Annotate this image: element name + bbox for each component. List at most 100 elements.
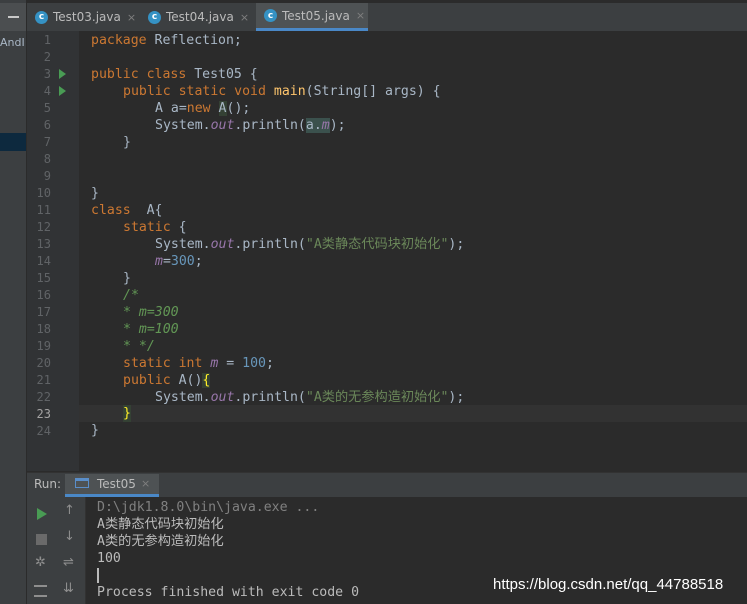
code-text: { [170,220,187,235]
line-number: 24 [36,424,51,438]
code-line: } [123,271,131,286]
line-number: 7 [43,135,51,149]
up-arrow-icon[interactable]: ↑ [64,503,75,518]
run-label: Run: [34,477,62,491]
code-text: System. [155,390,211,405]
line-number: 4 [43,84,51,98]
comment-line: /* [123,288,139,303]
line-number-gutter[interactable]: 1 2 3 4 5 6 7 8 9 10 11 12 13 14 15 16 1… [27,31,79,471]
java-class-icon: c [148,10,161,24]
line-number: 11 [36,203,51,217]
watermark: https://blog.csdn.net/qq_44788518 [493,576,724,593]
soft-wrap-icon[interactable]: ⇌ [63,555,74,570]
code-text: .println( [234,237,306,252]
code-text: a. [305,118,322,133]
keyword: static [123,220,171,235]
down-arrow-icon[interactable]: ↓ [64,529,75,544]
code-text: = [162,254,171,269]
line-number: 18 [36,322,51,336]
line-number: 16 [36,288,51,302]
java-class-icon: c [35,10,48,24]
console-icon [75,478,89,488]
keyword: public [123,373,171,388]
editor-tab-bar: c Test03.java × c Test04.java × c Test05… [27,3,747,32]
line-number: 17 [36,305,51,319]
layout-icon[interactable] [34,585,47,597]
console-line: Process finished with exit code 0 [97,585,360,600]
tab-test05[interactable]: c Test05.java × [256,3,368,31]
text-caret [97,568,99,583]
code-text: ); [448,390,465,405]
collapse-button[interactable] [0,3,26,31]
string-literal: "A类的无参构造初始化" [305,390,449,405]
run-tab-label: Test05 [97,477,136,491]
run-gutter-icon[interactable] [59,86,66,96]
code-line: } [91,186,99,201]
line-number: 2 [43,50,51,64]
matched-brace: { [202,373,211,388]
code-text: (); [226,101,251,116]
close-icon[interactable]: × [356,9,365,22]
line-number: 20 [36,356,51,370]
code-line: } [91,423,99,438]
keyword: new [186,101,211,116]
code-line: static { [123,219,187,236]
tab-label: Test04.java [166,10,234,24]
code-line: m=300; [155,253,203,270]
tab-test03[interactable]: c Test03.java × [35,3,143,31]
line-number: 10 [36,186,51,200]
stop-icon[interactable] [36,534,47,545]
static-field: out [210,237,235,252]
scroll-to-end-icon[interactable]: ⇊ [63,581,74,596]
code-line: package Reflection; [91,32,242,49]
close-icon[interactable]: × [127,11,136,24]
code-text: A a= [155,101,187,116]
close-icon[interactable]: × [240,11,249,24]
static-field: m [321,118,330,133]
comment-line: * */ [123,339,155,354]
keyword: static int [123,356,203,371]
line-number: 1 [43,33,51,47]
line-number: 23 [36,407,51,421]
debug-icon[interactable]: ✲ [35,555,46,570]
code-text: ); [448,237,465,252]
code-line: class A{ [91,202,162,219]
run-gutter-icon[interactable] [59,69,66,79]
current-line-highlight [79,405,747,422]
keyword: class [91,203,131,218]
line-number: 15 [36,271,51,285]
code-text: Test05 { [186,67,258,82]
code-line: public static void main(String[] args) { [123,83,441,100]
static-field: out [210,390,235,405]
tab-test04[interactable]: c Test04.java × [148,3,256,31]
run-tab[interactable]: Test05 × [65,474,159,497]
minus-icon [8,16,19,18]
rerun-icon[interactable] [37,508,47,520]
line-number: 14 [36,254,51,268]
code-line: System.out.println("A类静态代码块初始化"); [155,236,464,253]
console-toolbar: ↑ ↓ ⇌ ⇊ [55,497,86,604]
code-text: .println( [234,390,306,405]
highlighted-expression: a.m [305,118,330,133]
line-number: 9 [43,169,51,183]
code-line: System.out.println(a.m); [155,117,346,134]
line-number: 8 [43,152,51,166]
console-line: A类的无参构造初始化 [97,534,224,549]
static-field: out [210,118,235,133]
console-line: D:\jdk1.8.0\bin\java.exe ... [97,500,320,515]
tab-label: Test03.java [53,10,121,24]
tab-label: Test05.java [282,8,350,23]
line-number: 6 [43,118,51,132]
matched-brace: } [123,405,131,422]
code-text: ); [329,118,346,133]
close-icon[interactable]: × [141,477,150,490]
class-ref: A [218,101,227,116]
line-number: 12 [36,220,51,234]
comment-line: * m=100 [123,322,179,337]
code-text: .println( [234,118,306,133]
code-text: (String[] args) { [305,84,441,99]
string-literal: "A类静态代码块初始化" [305,237,449,252]
line-number: 21 [36,373,51,387]
keyword: public static void [123,84,266,99]
code-text: System. [155,237,211,252]
